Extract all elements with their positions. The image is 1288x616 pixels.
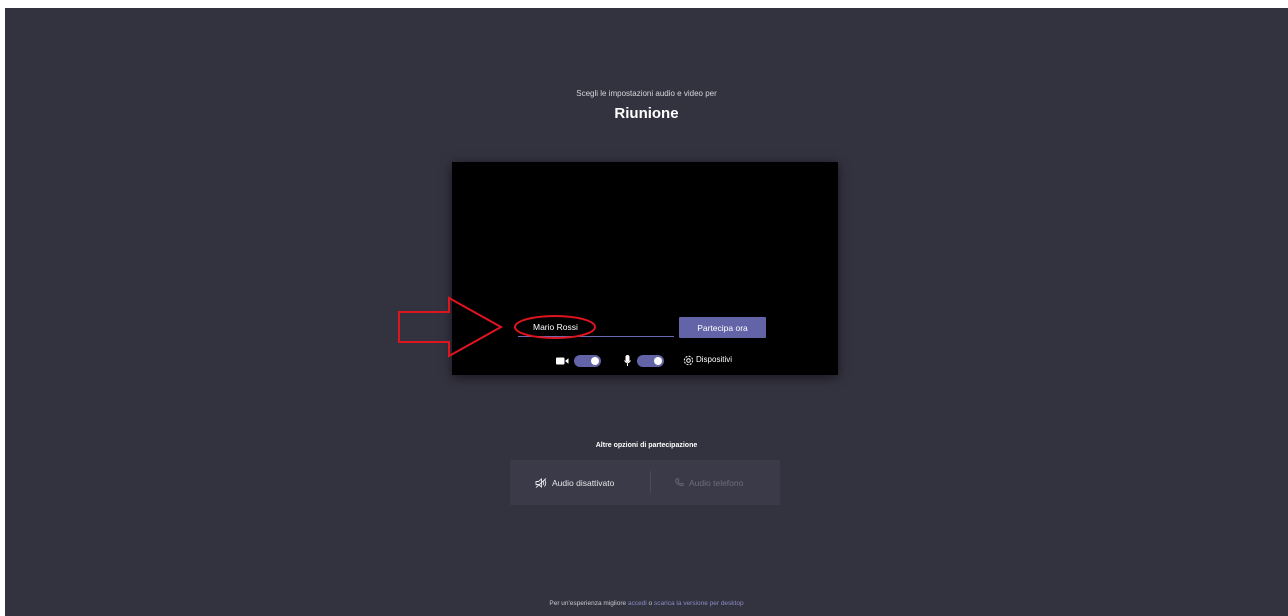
phone-audio-label: Audio telefono <box>689 477 744 488</box>
footer-text: Per un'esperienza migliore accedi o scar… <box>5 600 1288 607</box>
name-input[interactable] <box>518 318 674 337</box>
sign-in-link[interactable]: accedi <box>628 600 647 607</box>
settings-subtitle: Scegli le impostazioni audio e video per <box>576 89 717 98</box>
join-now-button[interactable]: Partecipa ora <box>679 317 766 338</box>
options-divider <box>650 471 651 493</box>
footer-middle: o <box>646 600 654 607</box>
other-options-title: Altre opzioni di partecipazione <box>595 442 698 449</box>
phone-audio-option[interactable]: Audio telefono <box>675 460 743 505</box>
other-options-panel: Audio disattivato Audio telefono <box>510 460 780 505</box>
phone-icon <box>675 478 684 487</box>
camera-toggle-knob <box>591 357 599 365</box>
devices-label[interactable]: Dispositivi <box>696 355 732 364</box>
video-preview: Partecipa ora Dispositivi <box>452 162 838 375</box>
audio-off-label: Audio disattivato <box>552 477 615 488</box>
gear-icon[interactable] <box>683 355 694 366</box>
camera-toggle[interactable] <box>574 355 601 367</box>
app-background: Scegli le impostazioni audio e video per… <box>5 8 1288 616</box>
footer-prefix: Per un'esperienza migliore <box>549 600 628 607</box>
speaker-off-icon <box>535 477 547 488</box>
audio-off-option[interactable]: Audio disattivato <box>535 460 614 505</box>
camera-icon[interactable] <box>556 357 569 365</box>
microphone-toggle-knob <box>654 357 662 365</box>
meeting-title: Riunione <box>614 105 679 122</box>
microphone-icon[interactable] <box>624 355 631 367</box>
download-desktop-link[interactable]: scarica la versione per desktop <box>654 600 744 607</box>
microphone-toggle[interactable] <box>637 355 664 367</box>
